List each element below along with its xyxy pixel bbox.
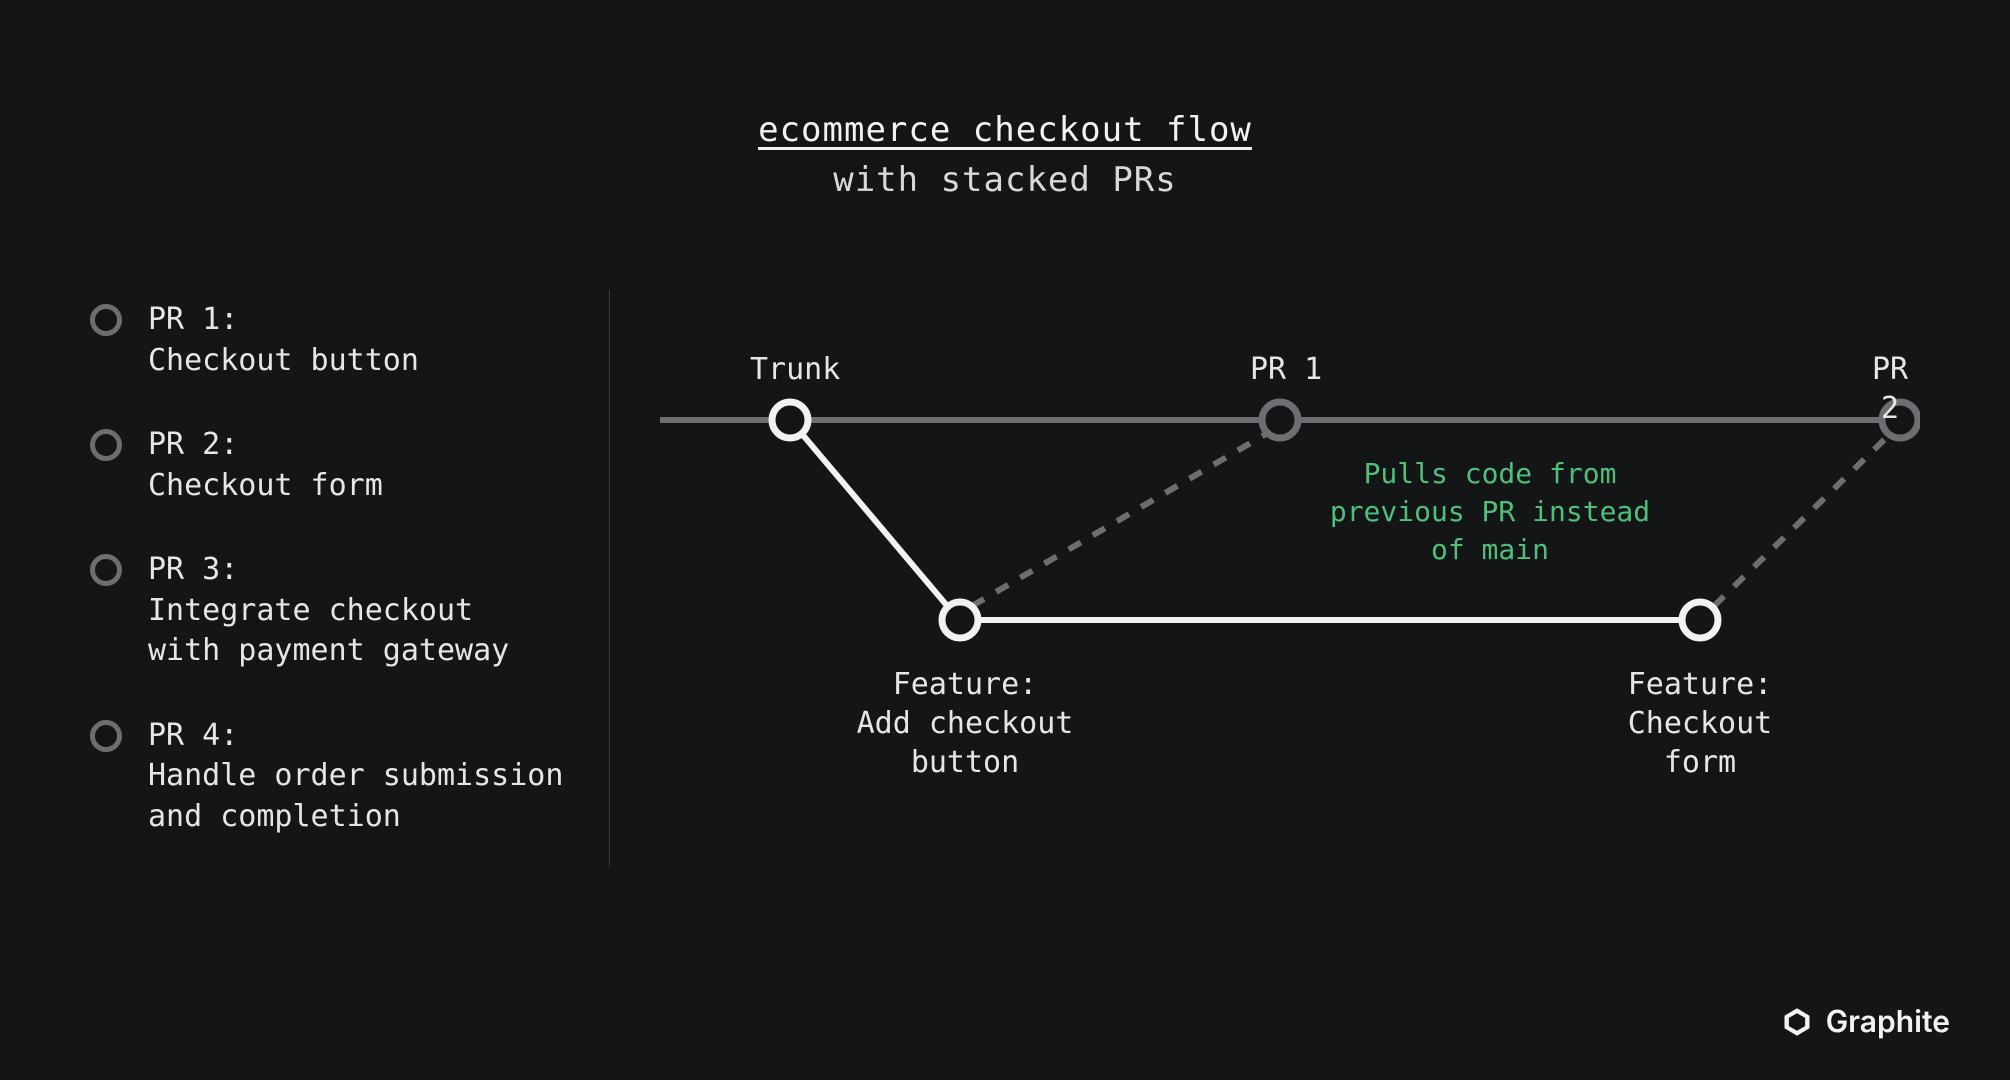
pr-list-item: PR 4: Handle order submission and comple… — [90, 716, 569, 838]
circle-icon — [90, 429, 122, 461]
feature1-label: Feature: Add checkout button — [850, 665, 1080, 782]
diagram-header: ecommerce checkout flow with stacked PRs — [0, 0, 2010, 200]
diagram-title: ecommerce checkout flow — [0, 110, 2010, 150]
graphite-icon — [1782, 1007, 1812, 1037]
diagram-subtitle: with stacked PRs — [0, 160, 2010, 200]
brand-name: Graphite — [1826, 1004, 1950, 1040]
pr-list-label: PR 3: Integrate checkout with payment ga… — [148, 550, 509, 672]
pr1-label: PR 1 — [1250, 350, 1322, 389]
pr2-label: PR 2 — [1860, 350, 1920, 428]
annotation-text: Pulls code from previous PR instead of m… — [1300, 455, 1680, 568]
pr-list-item: PR 2: Checkout form — [90, 425, 569, 506]
feature2-label: Feature: Checkout form — [1600, 665, 1800, 782]
pr-list-item: PR 3: Integrate checkout with payment ga… — [90, 550, 569, 672]
pr-list-label: PR 2: Checkout form — [148, 425, 383, 506]
circle-icon — [90, 554, 122, 586]
pr-list-item: PR 1: Checkout button — [90, 300, 569, 381]
trunk-label: Trunk — [750, 350, 840, 389]
content-row: PR 1: Checkout button PR 2: Checkout for… — [0, 290, 2010, 867]
circle-icon — [90, 720, 122, 752]
pr-list-label: PR 1: Checkout button — [148, 300, 419, 381]
pr-list-label: PR 4: Handle order submission and comple… — [148, 716, 563, 838]
circle-icon — [90, 304, 122, 336]
brand-logo: Graphite — [1782, 1004, 1950, 1040]
branch-diagram: Trunk PR 1 PR 2 Feature: Add checkout bu… — [660, 290, 1920, 850]
pr-list: PR 1: Checkout button PR 2: Checkout for… — [90, 290, 610, 867]
